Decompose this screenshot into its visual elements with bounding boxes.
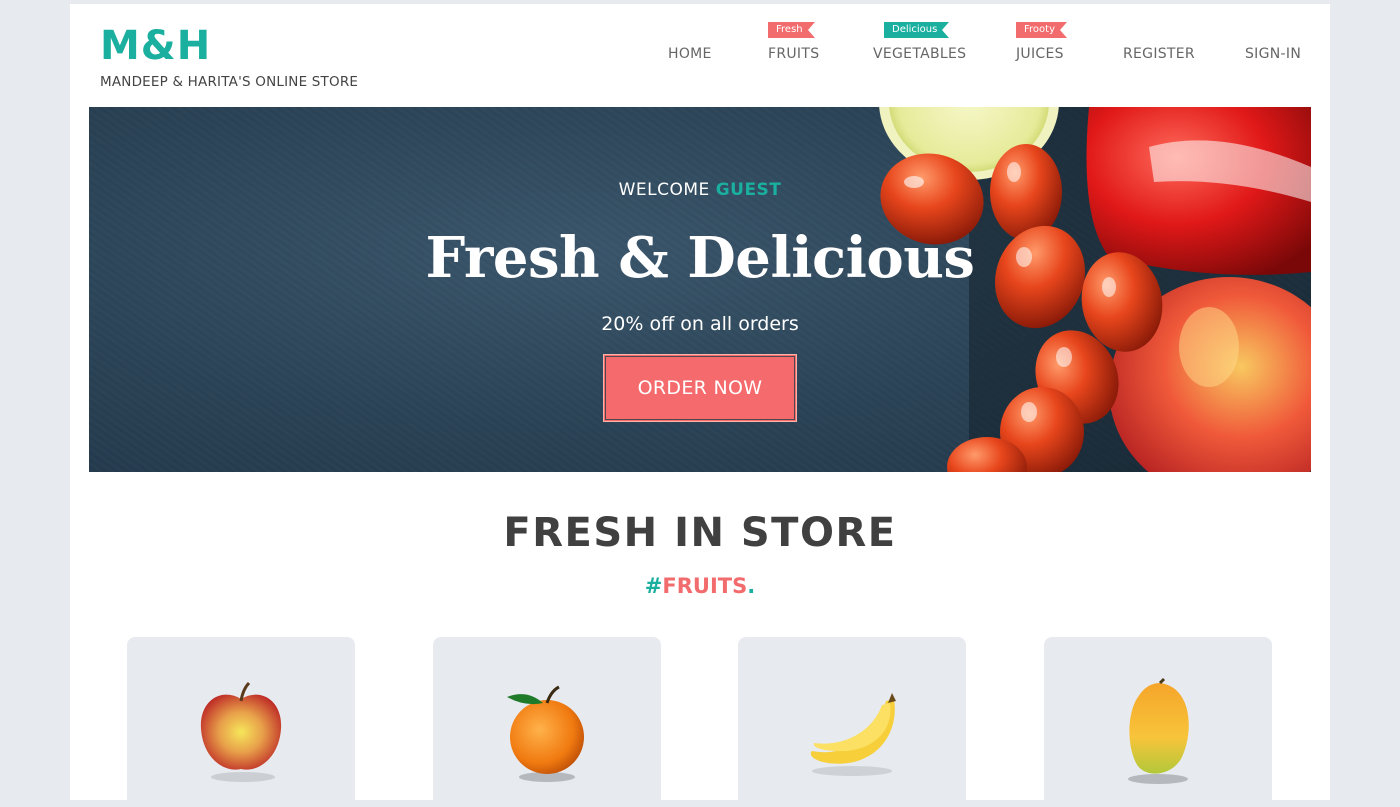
product-card-banana[interactable] — [738, 637, 966, 807]
welcome-message: WELCOME GUEST — [89, 180, 1311, 200]
section-category: #FRUITS. — [70, 574, 1330, 598]
hero-banner: WELCOME GUEST Fresh & Delicious 20% off … — [89, 107, 1311, 472]
product-card-orange[interactable] — [433, 637, 661, 807]
nav-fruits[interactable]: FRUITS — [768, 46, 819, 62]
logo-tagline: MANDEEP & HARITA'S ONLINE STORE — [100, 74, 359, 90]
section-title: FRESH IN STORE — [503, 510, 897, 556]
nav-home[interactable]: HOME — [668, 46, 712, 62]
banana-icon — [810, 693, 896, 776]
apple-icon — [200, 681, 282, 782]
page-container: M&H MANDEEP & HARITA'S ONLINE STORE HOME… — [70, 4, 1330, 807]
welcome-user: GUEST — [715, 180, 782, 200]
orange-icon — [507, 685, 584, 782]
section-category-label: FRUITS — [662, 574, 748, 598]
product-card-mango[interactable] — [1044, 637, 1272, 807]
product-card-apple[interactable] — [127, 637, 355, 807]
nav-juices[interactable]: JUICES — [1016, 46, 1064, 62]
section-dot: . — [747, 574, 756, 598]
nav-vegetables-tag: Delicious — [884, 22, 950, 38]
logo-mark: M&H — [100, 23, 212, 69]
nav-fruits-tag: Fresh — [768, 22, 815, 38]
nav-juices-tag: Frooty — [1016, 22, 1067, 38]
logo[interactable]: M&H MANDEEP & HARITA'S ONLINE STORE — [100, 24, 358, 90]
nav-register[interactable]: REGISTER — [1123, 46, 1195, 62]
welcome-label: WELCOME — [618, 180, 710, 200]
hero-content: WELCOME GUEST Fresh & Delicious 20% off … — [89, 107, 1311, 472]
nav-vegetables[interactable]: VEGETABLES — [873, 46, 966, 62]
mango-icon — [1128, 677, 1189, 784]
nav-sign-in[interactable]: SIGN-IN — [1245, 46, 1301, 62]
hero-subtitle: 20% off on all orders — [601, 313, 799, 335]
order-now-button[interactable]: ORDER NOW — [603, 354, 797, 422]
hero-title: Fresh & Delicious — [425, 225, 975, 291]
section-hash: # — [644, 574, 663, 598]
